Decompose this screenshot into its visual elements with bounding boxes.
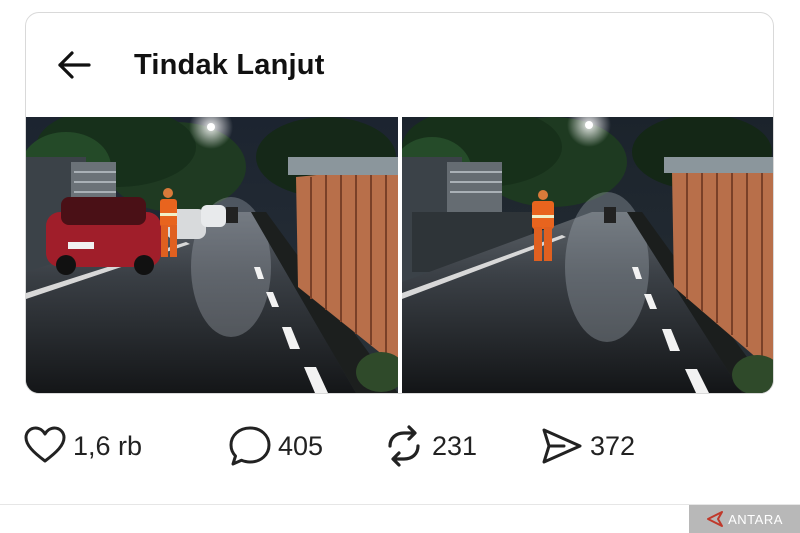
repost-arrows-icon — [382, 424, 426, 468]
photo-night-street[interactable] — [402, 117, 773, 393]
reply-button[interactable]: 405 — [228, 418, 323, 474]
heart-icon — [23, 424, 67, 468]
like-button[interactable]: 1,6 rb — [23, 418, 142, 474]
divider — [0, 504, 800, 505]
antara-logo-icon — [707, 511, 724, 527]
photo-night-street-icon — [402, 117, 773, 393]
share-count: 372 — [590, 430, 636, 461]
photo-night-street-with-car-icon — [26, 117, 398, 393]
post-actions-bar: 1,6 rb 405 231 372 — [0, 418, 800, 474]
repost-button[interactable]: 231 — [382, 418, 477, 474]
watermark-text: ANTARA — [728, 511, 783, 527]
back-button[interactable] — [56, 49, 92, 81]
watermark: ANTARA — [689, 505, 800, 533]
page-title: Tindak Lanjut — [134, 49, 325, 81]
repost-count: 231 — [432, 430, 478, 461]
reply-count: 405 — [278, 430, 324, 461]
paper-plane-icon — [540, 424, 584, 468]
photo-night-street-with-car[interactable] — [26, 117, 398, 393]
share-button[interactable]: 372 — [540, 418, 635, 474]
post-header: Tindak Lanjut — [26, 13, 773, 117]
like-count: 1,6 rb — [73, 430, 143, 461]
speech-bubble-icon — [228, 424, 272, 468]
arrow-left-icon — [58, 51, 91, 79]
post-card: Tindak Lanjut — [25, 12, 774, 394]
